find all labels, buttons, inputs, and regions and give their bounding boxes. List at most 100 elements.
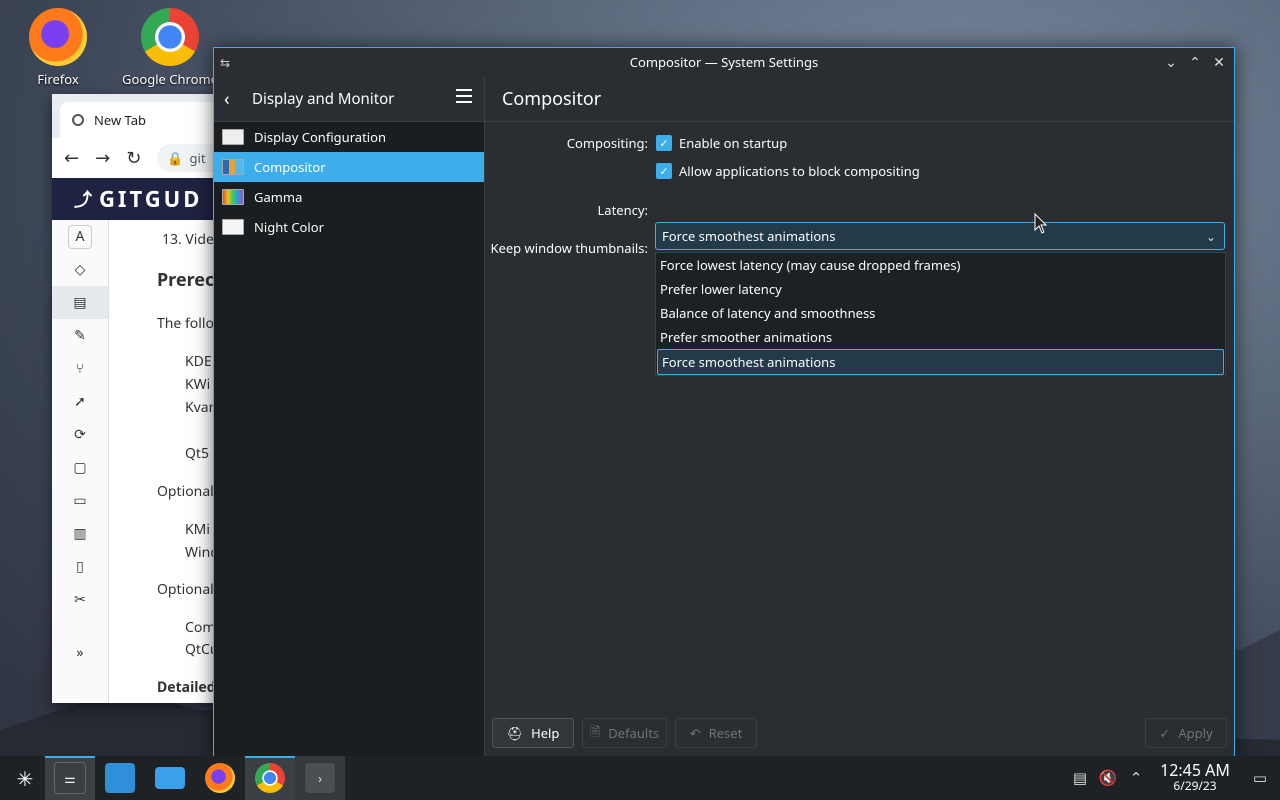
system-settings-icon: ⚌ xyxy=(54,762,86,794)
clock[interactable]: 12:45 AM 6/29/23 xyxy=(1150,759,1240,793)
settings-content: Compositor Compositing: ✓ Enable on star… xyxy=(485,76,1234,758)
chrome-tab-icon xyxy=(72,114,84,126)
taskbar: ✳ ⚌ › ▤ 🔇 ⌃ 12:45 AM 6/29/23 ▭ xyxy=(0,756,1280,800)
sidebar-item-label: Compositor xyxy=(254,158,326,176)
checkmark-icon: ✓ xyxy=(1159,724,1171,742)
edit-icon[interactable]: ✎ xyxy=(52,319,108,352)
content-line: KMi xyxy=(185,520,210,539)
check-icon: ✓ xyxy=(656,135,672,151)
content-line: Optional xyxy=(157,580,214,599)
minimize-icon[interactable]: ⌄ xyxy=(1164,52,1178,72)
rocket-icon[interactable]: ➚ xyxy=(52,385,108,418)
mouse-cursor-icon xyxy=(1034,213,1048,234)
sidebar-item-gamma[interactable]: Gamma xyxy=(214,182,484,212)
site-banner-text: GITGUD xyxy=(99,184,203,214)
volume-muted-icon[interactable]: 🔇 xyxy=(1094,756,1122,800)
firefox-icon xyxy=(205,763,235,793)
latency-options-list: Force lowest latency (may cause dropped … xyxy=(655,252,1226,376)
back-icon[interactable]: ‹ xyxy=(224,87,242,111)
desktop-icon-label: Firefox xyxy=(37,70,79,88)
latency-option[interactable]: Balance of latency and smoothness xyxy=(656,301,1225,325)
application-launcher-button[interactable]: ✳ xyxy=(0,756,50,800)
gitgud-logo-icon: ⤴ xyxy=(74,188,95,212)
deploy-icon[interactable]: ⟳ xyxy=(52,418,108,451)
shopping-bag-icon xyxy=(105,763,135,793)
taskbar-terminal[interactable]: › xyxy=(295,756,345,800)
book-icon[interactable]: ▯ xyxy=(52,550,108,583)
lock-icon: 🔒 xyxy=(167,149,184,167)
maximize-icon[interactable]: ⌃ xyxy=(1188,52,1202,72)
taskbar-firefox[interactable] xyxy=(195,756,245,800)
defaults-button[interactable]: 🗎 Defaults xyxy=(582,718,667,748)
gamma-icon xyxy=(222,189,244,205)
show-desktop-icon[interactable]: ▭ xyxy=(1240,756,1280,800)
compositor-icon xyxy=(222,159,244,175)
content-line: Qt5 xyxy=(185,444,209,463)
checkbox-label: Enable on startup xyxy=(679,134,788,152)
content-line: KWi xyxy=(185,375,211,394)
sidebar-item-night-color[interactable]: Night Color xyxy=(214,212,484,242)
close-icon[interactable]: ✕ xyxy=(1212,52,1226,72)
content-line: Kvar xyxy=(185,398,215,417)
latency-option[interactable]: Prefer lower latency xyxy=(656,277,1225,301)
taskbar-discover[interactable] xyxy=(95,756,145,800)
reset-button[interactable]: ↶ Reset xyxy=(675,718,757,748)
package-icon[interactable]: ▢ xyxy=(52,451,108,484)
forward-arrow-icon[interactable]: → xyxy=(95,146,110,170)
system-settings-window[interactable]: ⇆ Compositor — System Settings ⌄ ⌃ ✕ ‹ D… xyxy=(213,47,1235,759)
desktop-icon-firefox[interactable]: Firefox xyxy=(8,8,108,88)
latency-dropdown[interactable]: Force smoothest animations ⌄ xyxy=(655,222,1225,250)
desktop-icon-chrome[interactable]: Google Chrome xyxy=(122,8,218,88)
settings-sidebar: ‹ Display and Monitor Display Configurat… xyxy=(214,76,485,758)
checkbox-label: Allow applications to block compositing xyxy=(679,162,920,180)
undo-icon: ↶ xyxy=(689,724,701,742)
clipboard-icon[interactable]: ▤ xyxy=(1066,756,1094,800)
enable-on-startup-checkbox[interactable]: ✓ Enable on startup xyxy=(656,134,787,152)
sidebar-avatar-icon[interactable]: A xyxy=(52,220,108,253)
clock-time: 12:45 AM xyxy=(1160,759,1230,781)
latency-option[interactable]: Force lowest latency (may cause dropped … xyxy=(656,253,1225,277)
browser-tab-title: New Tab xyxy=(94,111,147,129)
allow-block-compositing-checkbox[interactable]: ✓ Allow applications to block compositin… xyxy=(656,162,920,180)
content-line: Optional xyxy=(157,482,214,501)
expand-icon[interactable]: » xyxy=(52,636,108,669)
sidebar-item-compositor[interactable]: Compositor xyxy=(214,152,484,182)
content-line: 13. Vide xyxy=(162,230,214,249)
apply-button-label: Apply xyxy=(1178,724,1213,742)
window-titlebar[interactable]: ⇆ Compositor — System Settings ⌄ ⌃ ✕ xyxy=(214,48,1234,76)
display-icon xyxy=(222,129,244,145)
issues-icon[interactable]: ◇ xyxy=(52,253,108,286)
site-sidebar: A ◇ ▤ ✎ ⑂ ➚ ⟳ ▢ ▭ ▥ ▯ ✂ » xyxy=(52,220,109,703)
help-button[interactable]: ⛑ Help xyxy=(492,718,574,748)
merge-icon[interactable]: ⑂ xyxy=(52,352,108,385)
sidebar-title: Display and Monitor xyxy=(252,88,395,109)
back-arrow-icon[interactable]: ← xyxy=(64,146,79,170)
scissors-icon[interactable]: ✂ xyxy=(52,583,108,616)
taskbar-system-settings[interactable]: ⚌ xyxy=(45,756,95,800)
terminal-icon: › xyxy=(305,763,335,793)
latency-option[interactable]: Prefer smoother animations xyxy=(656,325,1225,349)
hamburger-menu-icon[interactable] xyxy=(456,89,472,103)
compositing-label: Compositing: xyxy=(566,134,648,152)
reload-icon[interactable]: ↻ xyxy=(126,146,141,170)
system-tray: ▤ 🔇 ⌃ 12:45 AM 6/29/23 ▭ xyxy=(1066,756,1280,800)
taskbar-chrome[interactable] xyxy=(245,756,295,800)
monitor-icon[interactable]: ▭ xyxy=(52,484,108,517)
window-menu-icon[interactable]: ⇆ xyxy=(220,54,236,71)
chrome-icon xyxy=(141,8,199,66)
sidebar-header: ‹ Display and Monitor xyxy=(214,76,484,122)
document-icon[interactable]: ▤ xyxy=(52,286,108,319)
chevron-down-icon: ⌄ xyxy=(1205,228,1216,245)
folder-icon xyxy=(155,767,185,789)
apply-button[interactable]: ✓ Apply xyxy=(1145,718,1227,748)
chevron-up-icon[interactable]: ⌃ xyxy=(1122,756,1150,800)
launcher-icon: ✳ xyxy=(16,764,34,792)
sidebar-item-display-configuration[interactable]: Display Configuration xyxy=(214,122,484,152)
latency-option-selected[interactable]: Force smoothest animations xyxy=(657,349,1224,375)
sidebar-item-label: Gamma xyxy=(254,188,303,206)
chart-icon[interactable]: ▥ xyxy=(52,517,108,550)
help-button-label: Help xyxy=(531,724,560,742)
content-line: Detailed xyxy=(157,678,216,697)
latency-dropdown-value: Force smoothest animations xyxy=(662,227,836,245)
taskbar-file-manager[interactable] xyxy=(145,756,195,800)
